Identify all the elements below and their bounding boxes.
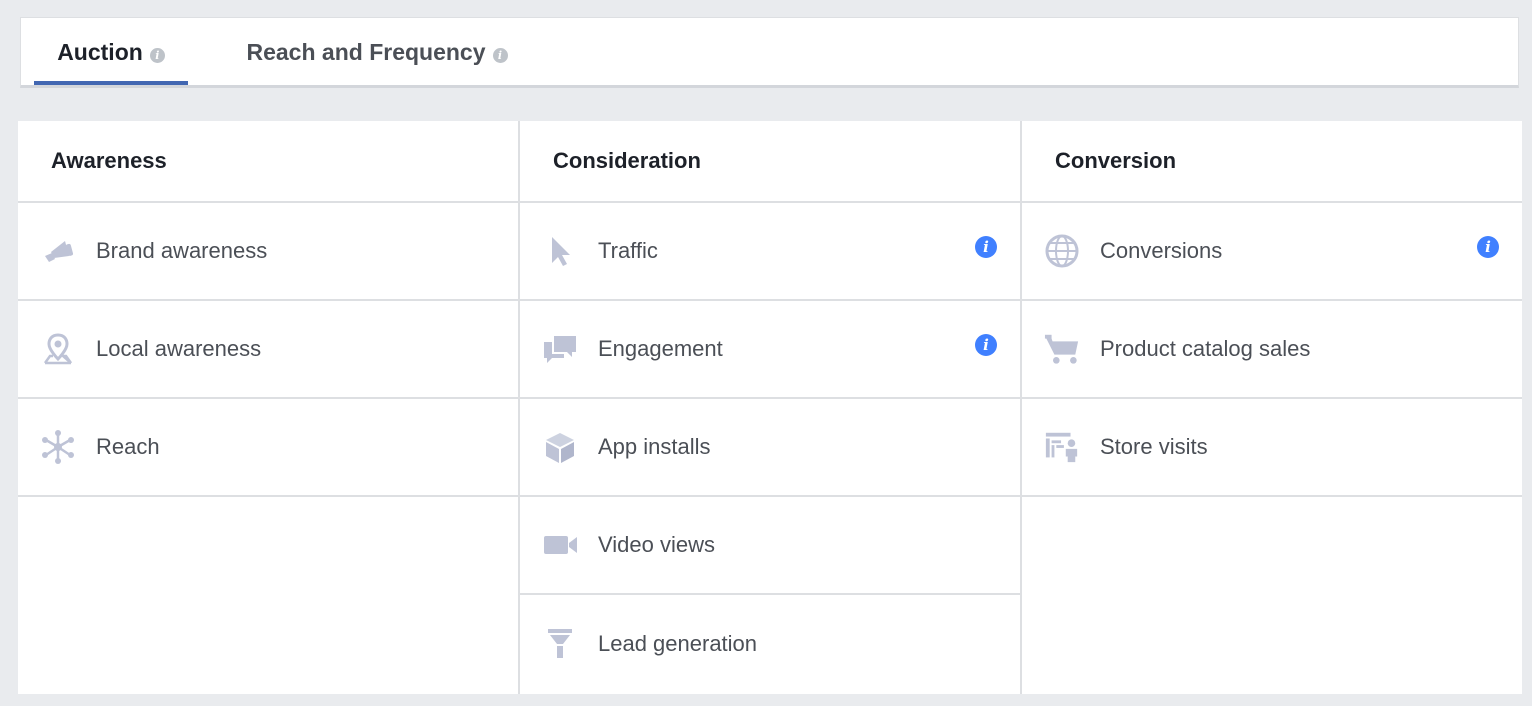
objective-tab-bar: Auction i Reach and Frequency i <box>20 17 1519 88</box>
objective-lead-generation[interactable]: Lead generation <box>520 595 1020 693</box>
cube-icon <box>542 429 578 465</box>
objective-reach[interactable]: Reach <box>18 399 519 497</box>
objective-app-installs[interactable]: App installs <box>520 399 1020 497</box>
objective-label: Conversions <box>1100 238 1223 263</box>
column-title: Consideration <box>520 121 1020 203</box>
objective-engagement[interactable]: Engagement i <box>520 301 1020 399</box>
column-title: Conversion <box>1022 121 1522 203</box>
objective-label: Lead generation <box>598 631 758 656</box>
objective-label: Traffic <box>598 238 658 263</box>
objective-label: App installs <box>598 434 711 459</box>
tab-reach-and-frequency-label: Reach and Frequency <box>246 38 486 65</box>
objective-brand-awareness[interactable]: Brand awareness <box>18 203 519 301</box>
objective-conversions[interactable]: Conversions i <box>1022 203 1522 301</box>
objective-local-awareness[interactable]: Local awareness <box>18 301 519 399</box>
tab-auction[interactable]: Auction i <box>34 18 188 86</box>
megaphone-icon <box>40 233 76 269</box>
objective-label: Product catalog sales <box>1100 336 1311 361</box>
reach-network-icon <box>40 429 76 465</box>
cursor-icon <box>542 233 578 269</box>
objective-grid: Awareness Brand awareness Local awarenes… <box>18 121 1522 694</box>
objective-label: Reach <box>96 434 160 459</box>
active-tab-indicator <box>34 81 188 85</box>
objective-label: Video views <box>598 532 715 557</box>
info-icon[interactable]: i <box>1477 236 1499 258</box>
funnel-icon <box>542 625 578 661</box>
objective-product-catalog-sales[interactable]: Product catalog sales <box>1022 301 1522 399</box>
objective-label: Brand awareness <box>96 238 268 263</box>
info-icon[interactable]: i <box>975 334 997 356</box>
tab-auction-label: Auction <box>57 38 143 65</box>
video-camera-icon <box>542 527 578 563</box>
column-awareness: Awareness Brand awareness Local awarenes… <box>18 121 519 694</box>
info-icon[interactable]: i <box>975 236 997 258</box>
shopping-cart-icon <box>1044 331 1080 367</box>
chat-bubbles-icon <box>542 331 578 367</box>
column-conversion: Conversion Conversions i Product catalog… <box>1022 121 1522 694</box>
objective-label: Engagement <box>598 336 723 361</box>
objective-store-visits[interactable]: Store visits <box>1022 399 1522 497</box>
objective-traffic[interactable]: Traffic i <box>520 203 1020 301</box>
column-title: Awareness <box>18 121 519 203</box>
objective-video-views[interactable]: Video views <box>520 497 1020 595</box>
objective-label: Local awareness <box>96 336 262 361</box>
map-pin-icon <box>40 331 76 367</box>
globe-icon <box>1044 233 1080 269</box>
storefront-icon <box>1044 429 1080 465</box>
tab-reach-and-frequency[interactable]: Reach and Frequency i <box>239 18 515 86</box>
info-icon[interactable]: i <box>492 47 508 63</box>
objective-label: Store visits <box>1100 434 1208 459</box>
info-icon[interactable]: i <box>149 47 165 63</box>
column-consideration: Consideration Traffic i Engagement i App… <box>520 121 1020 694</box>
